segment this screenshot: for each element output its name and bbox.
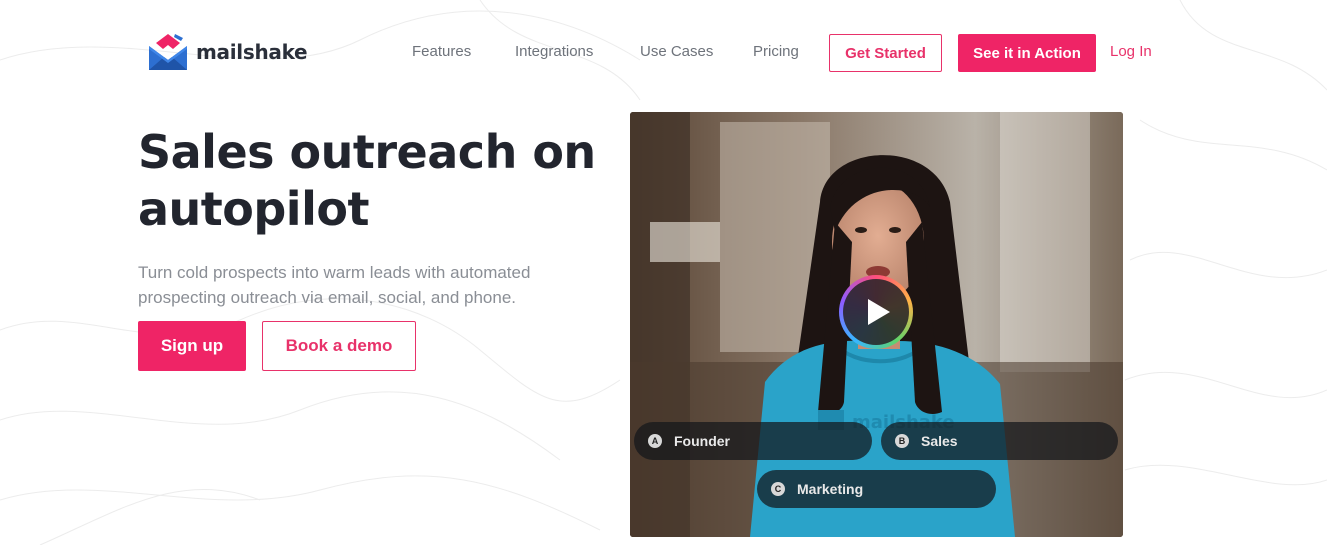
hero-subtext: Turn cold prospects into warm leads with… [138, 263, 531, 307]
nav-link-use-cases[interactable]: Use Cases [640, 43, 713, 60]
brand-name: mailshake [196, 40, 308, 64]
choice-label-marketing: Marketing [797, 481, 864, 497]
nav-link-pricing[interactable]: Pricing [753, 43, 799, 60]
nav-link-integrations[interactable]: Integrations [515, 43, 593, 60]
hero-cta-row: Sign up Book a demo [138, 321, 416, 371]
choice-sales[interactable]: B Sales [881, 422, 1118, 460]
hero-section: Sales outreach on autopilot Turn cold pr… [138, 124, 598, 371]
play-icon [868, 299, 890, 325]
play-button[interactable] [839, 275, 913, 349]
choice-label-founder: Founder [674, 433, 730, 449]
get-started-button[interactable]: Get Started [829, 34, 942, 72]
log-in-link[interactable]: Log In [1110, 43, 1152, 60]
book-demo-button[interactable]: Book a demo [262, 321, 416, 371]
choice-key-c: C [771, 482, 785, 496]
choice-founder[interactable]: A Founder [634, 422, 872, 460]
mailshake-logo-icon [149, 34, 187, 70]
see-it-in-action-button[interactable]: See it in Action [958, 34, 1096, 72]
choice-label-sales: Sales [921, 433, 958, 449]
brand-logo[interactable]: mailshake [147, 32, 308, 72]
hero-headline: Sales outreach on autopilot [138, 124, 598, 238]
sign-up-button[interactable]: Sign up [138, 321, 246, 371]
hero-headline-line-1: Sales outreach on [138, 125, 596, 179]
hero-headline-line-2: autopilot [138, 182, 369, 236]
choice-key-b: B [895, 434, 909, 448]
site-header: mailshake Features Integrations Use Case… [0, 0, 1327, 100]
choice-key-a: A [648, 434, 662, 448]
nav-link-features[interactable]: Features [412, 43, 471, 60]
choice-marketing[interactable]: C Marketing [757, 470, 996, 508]
